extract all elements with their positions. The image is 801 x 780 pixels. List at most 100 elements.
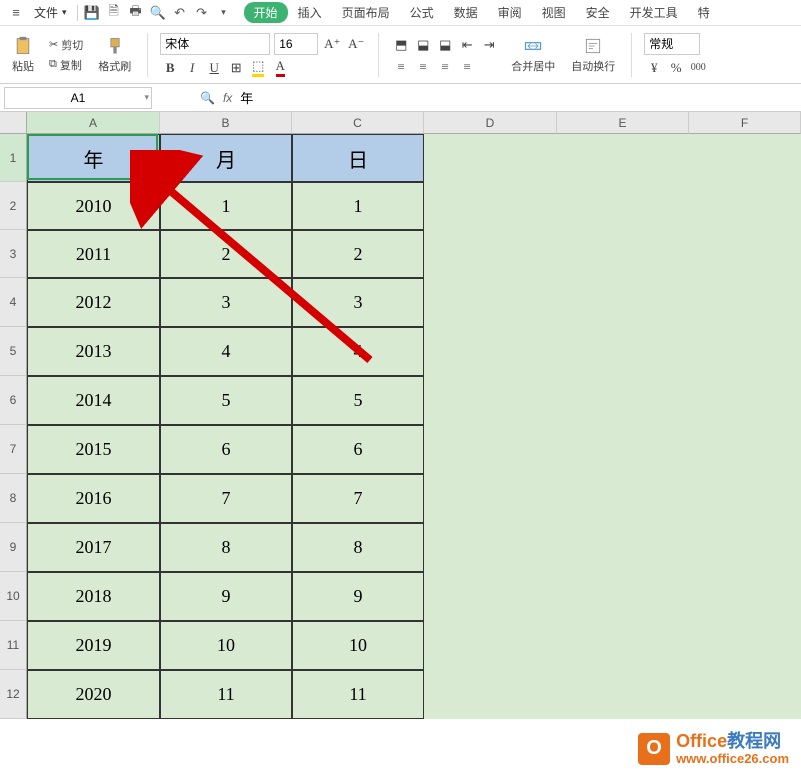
cell-B4[interactable]: 3 — [160, 278, 292, 327]
cell-E8[interactable] — [557, 474, 689, 523]
align-top-icon[interactable]: ⬒ — [391, 36, 411, 54]
cell-D3[interactable] — [424, 230, 557, 278]
cell-F6[interactable] — [689, 376, 801, 425]
number-format-select[interactable] — [644, 33, 700, 55]
cell-F8[interactable] — [689, 474, 801, 523]
col-header-E[interactable]: E — [557, 112, 689, 134]
currency-icon[interactable]: ¥ — [644, 59, 664, 77]
cell-E5[interactable] — [557, 327, 689, 376]
increase-font-icon[interactable]: A⁺ — [322, 35, 342, 53]
cell-F3[interactable] — [689, 230, 801, 278]
col-header-C[interactable]: C — [292, 112, 424, 134]
cell-C10[interactable]: 9 — [292, 572, 424, 621]
tab-security[interactable]: 安全 — [576, 0, 620, 25]
save-as-icon[interactable]: 🗎 — [106, 5, 122, 21]
cell-A4[interactable]: 2012 — [27, 278, 160, 327]
align-bottom-icon[interactable]: ⬓ — [435, 36, 455, 54]
format-painter-button[interactable]: 格式刷 — [94, 34, 135, 76]
col-header-D[interactable]: D — [424, 112, 557, 134]
print-icon[interactable]: 🖶 — [128, 5, 144, 21]
cell-C1[interactable]: 日 — [292, 134, 424, 182]
indent-decrease-icon[interactable]: ⇤ — [457, 36, 477, 54]
cell-B2[interactable]: 1 — [160, 182, 292, 230]
fx-icon[interactable]: fx — [223, 91, 232, 105]
cell-D1[interactable] — [424, 134, 557, 182]
cell-B8[interactable]: 7 — [160, 474, 292, 523]
cell-A7[interactable]: 2015 — [27, 425, 160, 474]
cell-C3[interactable]: 2 — [292, 230, 424, 278]
row-header-3[interactable]: 3 — [0, 230, 27, 278]
cell-C2[interactable]: 1 — [292, 182, 424, 230]
col-header-F[interactable]: F — [689, 112, 801, 134]
cell-D12[interactable] — [424, 670, 557, 719]
name-box[interactable]: A1 ▾ — [4, 87, 152, 109]
cell-D7[interactable] — [424, 425, 557, 474]
tab-insert[interactable]: 插入 — [288, 0, 332, 25]
cell-A3[interactable]: 2011 — [27, 230, 160, 278]
comma-icon[interactable]: 000 — [688, 59, 708, 77]
paste-button[interactable]: 粘贴 — [8, 34, 38, 76]
tab-developer[interactable]: 开发工具 — [620, 0, 688, 25]
tab-home[interactable]: 开始 — [244, 2, 288, 23]
cell-C7[interactable]: 6 — [292, 425, 424, 474]
align-middle-icon[interactable]: ⬓ — [413, 36, 433, 54]
cell-D8[interactable] — [424, 474, 557, 523]
cell-B7[interactable]: 6 — [160, 425, 292, 474]
font-name-select[interactable] — [160, 33, 270, 55]
cell-C12[interactable]: 11 — [292, 670, 424, 719]
cell-A6[interactable]: 2014 — [27, 376, 160, 425]
cell-E6[interactable] — [557, 376, 689, 425]
redo-icon[interactable]: ↷ — [194, 5, 210, 21]
underline-button[interactable]: U — [204, 59, 224, 77]
select-all-corner[interactable] — [0, 112, 27, 134]
cell-E7[interactable] — [557, 425, 689, 474]
cell-C8[interactable]: 7 — [292, 474, 424, 523]
cell-F12[interactable] — [689, 670, 801, 719]
row-header-4[interactable]: 4 — [0, 278, 27, 327]
indent-increase-icon[interactable]: ⇥ — [479, 36, 499, 54]
col-header-A[interactable]: A — [27, 112, 160, 134]
cell-F9[interactable] — [689, 523, 801, 572]
qat-more-icon[interactable]: ▾ — [216, 5, 232, 21]
cell-C9[interactable]: 8 — [292, 523, 424, 572]
spreadsheet-grid[interactable]: ABCDEF 123456789101112 年月日20101120112220… — [0, 112, 801, 752]
cell-B3[interactable]: 2 — [160, 230, 292, 278]
row-header-7[interactable]: 7 — [0, 425, 27, 474]
cell-F5[interactable] — [689, 327, 801, 376]
fill-color-button[interactable]: ⬚ — [248, 59, 268, 77]
row-header-1[interactable]: 1 — [0, 134, 27, 182]
cell-B12[interactable]: 11 — [160, 670, 292, 719]
cell-A10[interactable]: 2018 — [27, 572, 160, 621]
cell-D10[interactable] — [424, 572, 557, 621]
cell-D9[interactable] — [424, 523, 557, 572]
cell-D11[interactable] — [424, 621, 557, 670]
save-icon[interactable]: 💾 — [84, 5, 100, 21]
align-justify-icon[interactable]: ≡ — [457, 58, 477, 76]
tab-review[interactable]: 审阅 — [488, 0, 532, 25]
row-header-10[interactable]: 10 — [0, 572, 27, 621]
font-size-select[interactable] — [274, 33, 318, 55]
row-header-12[interactable]: 12 — [0, 670, 27, 719]
cut-button[interactable]: ✂剪切 — [46, 36, 86, 54]
cell-F7[interactable] — [689, 425, 801, 474]
row-header-11[interactable]: 11 — [0, 621, 27, 670]
tab-page-layout[interactable]: 页面布局 — [332, 0, 400, 25]
row-header-9[interactable]: 9 — [0, 523, 27, 572]
percent-icon[interactable]: % — [666, 59, 686, 77]
cell-B6[interactable]: 5 — [160, 376, 292, 425]
formula-input[interactable] — [240, 90, 640, 105]
cell-E12[interactable] — [557, 670, 689, 719]
decrease-font-icon[interactable]: A⁻ — [346, 35, 366, 53]
cell-F11[interactable] — [689, 621, 801, 670]
cell-E4[interactable] — [557, 278, 689, 327]
cell-B10[interactable]: 9 — [160, 572, 292, 621]
cell-A1[interactable]: 年 — [27, 134, 160, 182]
cell-A8[interactable]: 2016 — [27, 474, 160, 523]
cell-F1[interactable] — [689, 134, 801, 182]
cell-A2[interactable]: 2010 — [27, 182, 160, 230]
cell-E1[interactable] — [557, 134, 689, 182]
italic-button[interactable]: I — [182, 59, 202, 77]
cell-B11[interactable]: 10 — [160, 621, 292, 670]
cell-E11[interactable] — [557, 621, 689, 670]
align-left-icon[interactable]: ≡ — [391, 58, 411, 76]
